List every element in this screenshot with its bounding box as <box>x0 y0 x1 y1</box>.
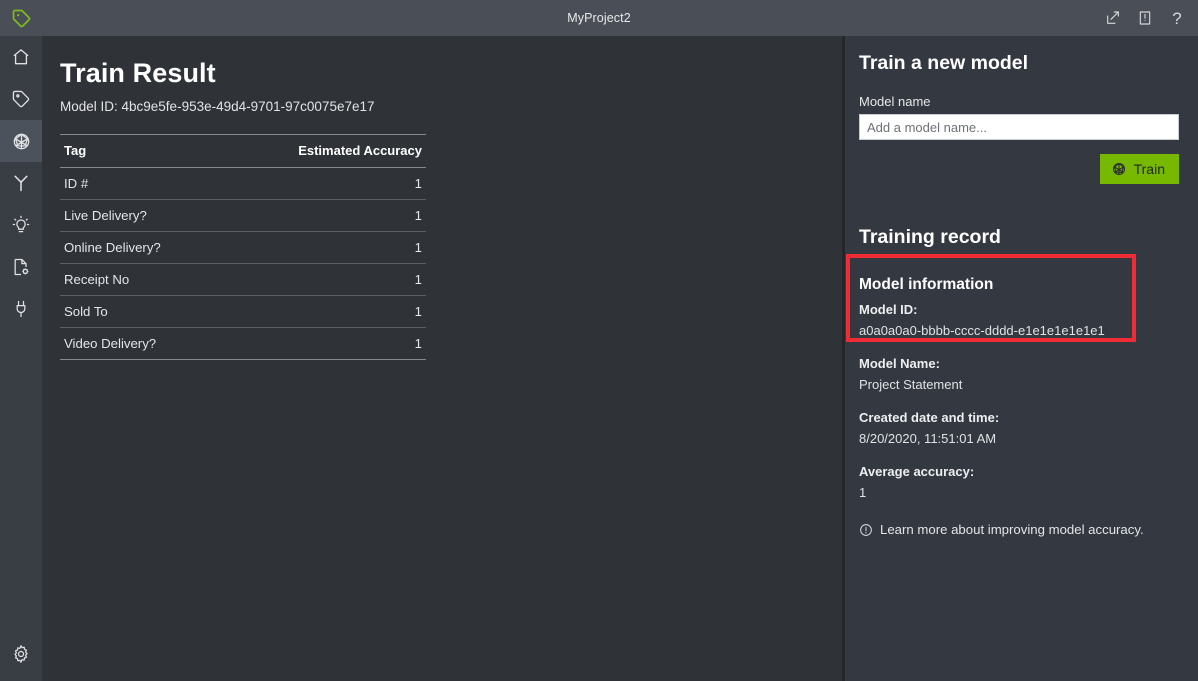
help-icon[interactable]: ? <box>1162 3 1192 33</box>
training-record-heading: Training record <box>859 224 1184 250</box>
cell-accuracy: 1 <box>219 296 426 328</box>
sidebar-item-train[interactable] <box>0 120 42 162</box>
created-date-label: Created date and time: <box>859 408 1184 428</box>
spacer <box>859 342 1184 354</box>
titlebar-actions: ? <box>1098 0 1192 36</box>
train-button-row: Train <box>859 154 1179 184</box>
table-row: Live Delivery? 1 <box>60 200 426 232</box>
cell-accuracy: 1 <box>219 200 426 232</box>
settings-gear-icon[interactable] <box>0 633 42 675</box>
cell-tag: Live Delivery? <box>60 200 219 232</box>
docs-icon[interactable] <box>1130 3 1160 33</box>
sidebar-item-home[interactable] <box>0 36 42 78</box>
sidebar-item-connections[interactable] <box>0 288 42 330</box>
page-model-id: Model ID: 4bc9e5fe-953e-49d4-9701-97c007… <box>60 99 842 114</box>
page-title: Train Result <box>60 56 842 90</box>
train-button[interactable]: Train <box>1100 154 1179 184</box>
table-row: Video Delivery? 1 <box>60 328 426 360</box>
table-row: Sold To 1 <box>60 296 426 328</box>
sidebar-item-tag[interactable] <box>0 78 42 120</box>
tag-logo-icon <box>0 0 42 36</box>
info-icon <box>859 523 873 537</box>
app-window: MyProject2 ? <box>0 0 1198 681</box>
cell-accuracy: 1 <box>219 328 426 360</box>
cell-accuracy: 1 <box>219 168 426 200</box>
cell-tag: Sold To <box>60 296 219 328</box>
share-icon[interactable] <box>1098 3 1128 33</box>
model-name-record-value: Project Statement <box>859 374 1184 396</box>
created-date-value: 8/20/2020, 11:51:01 AM <box>859 428 1184 450</box>
main-content: Train Result Model ID: 4bc9e5fe-953e-49d… <box>42 36 842 681</box>
cell-tag: Video Delivery? <box>60 328 219 360</box>
right-panel: Train a new model Model name Train Train… <box>845 36 1198 681</box>
model-name-label: Model name <box>859 94 1184 109</box>
spacer <box>859 396 1184 408</box>
learn-more-text: Learn more about improving model accurac… <box>880 522 1144 537</box>
cell-accuracy: 1 <box>219 264 426 296</box>
table-header-row: Tag Estimated Accuracy <box>60 135 426 168</box>
model-information-card: Model information Model ID: a0a0a0a0-bbb… <box>859 274 1184 537</box>
table-row: Receipt No 1 <box>60 264 426 296</box>
train-button-label: Train <box>1134 160 1165 178</box>
table-row: ID # 1 <box>60 168 426 200</box>
tag-accuracy-table: Tag Estimated Accuracy ID # 1 Live Deliv… <box>60 134 426 360</box>
titlebar: MyProject2 ? <box>0 0 1198 36</box>
column-header-accuracy: Estimated Accuracy <box>219 135 426 168</box>
average-accuracy-value: 1 <box>859 482 1184 504</box>
sidebar-item-analyze[interactable] <box>0 204 42 246</box>
model-id-label: Model ID: <box>859 300 1184 320</box>
help-glyph: ? <box>1172 10 1181 27</box>
column-header-tag: Tag <box>60 135 219 168</box>
average-accuracy-label: Average accuracy: <box>859 462 1184 482</box>
cell-accuracy: 1 <box>219 232 426 264</box>
train-new-model-heading: Train a new model <box>859 50 1184 76</box>
cell-tag: Online Delivery? <box>60 232 219 264</box>
spacer <box>859 450 1184 462</box>
sidebar-item-document-settings[interactable] <box>0 246 42 288</box>
table-row: Online Delivery? 1 <box>60 232 426 264</box>
learn-more-link[interactable]: Learn more about improving model accurac… <box>859 522 1184 537</box>
train-model-icon <box>1111 161 1127 177</box>
model-name-input[interactable] <box>859 114 1179 140</box>
sidebar-rail <box>0 36 42 681</box>
window-title: MyProject2 <box>0 11 1198 25</box>
cell-tag: Receipt No <box>60 264 219 296</box>
model-information-title: Model information <box>859 274 1184 296</box>
sidebar-item-compose[interactable] <box>0 162 42 204</box>
model-name-record-label: Model Name: <box>859 354 1184 374</box>
sidebar-bottom <box>0 633 42 675</box>
model-id-value: a0a0a0a0-bbbb-cccc-dddd-e1e1e1e1e1e1 <box>859 320 1184 342</box>
cell-tag: ID # <box>60 168 219 200</box>
